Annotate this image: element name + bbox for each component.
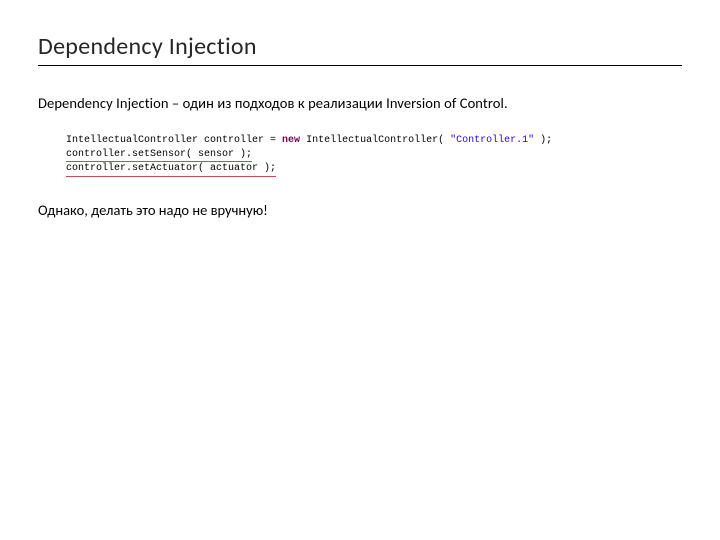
code-line-3: controller.setActuator( actuator ); bbox=[66, 162, 276, 177]
code-block: IntellectualController controller = new … bbox=[66, 134, 682, 177]
code-token: ); bbox=[534, 135, 552, 146]
code-token: IntellectualController controller = bbox=[66, 135, 282, 146]
code-keyword-new: new bbox=[282, 135, 300, 146]
intro-paragraph: Dependency Injection – один из подходов … bbox=[38, 94, 682, 112]
slide-title: Dependency Injection bbox=[38, 32, 682, 66]
code-string: "Controller.1" bbox=[450, 135, 534, 146]
note-paragraph: Однако, делать это надо не вручную! bbox=[38, 201, 682, 219]
code-token: IntellectualController( bbox=[300, 135, 450, 146]
code-line-1: IntellectualController controller = new … bbox=[66, 134, 552, 148]
code-line-2: controller.setSensor( sensor ); bbox=[66, 148, 252, 163]
